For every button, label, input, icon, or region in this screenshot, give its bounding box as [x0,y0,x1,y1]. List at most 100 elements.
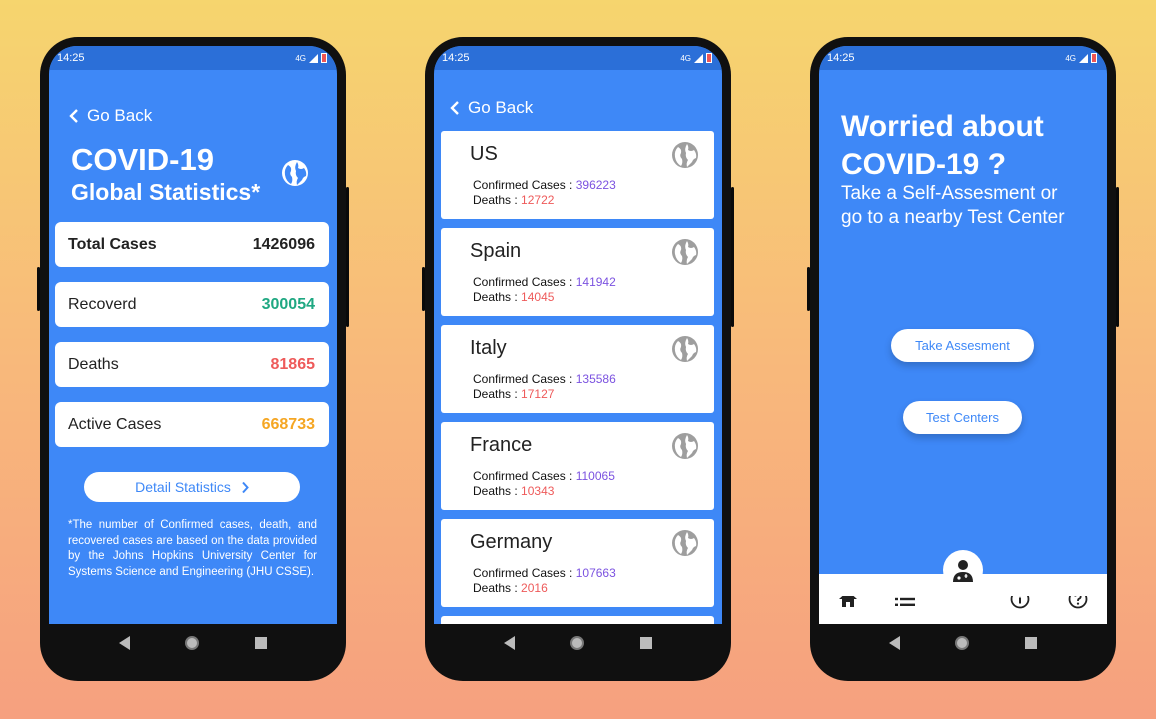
headline-line-2: COVID-19 ? [841,148,1007,181]
confirmed-value: 107663 [575,566,616,580]
page-title: COVID-19 [71,142,214,177]
confirmed-label: Confirmed Cases : [473,275,573,289]
deaths-value: 2016 [521,581,548,595]
country-card-partial[interactable] [441,616,714,624]
stat-label: Deaths [68,355,119,373]
stat-label: Total Cases [68,235,157,253]
signal-icon [309,53,318,63]
phone-self-assessment: 14:25 4G Worried about COVID-19 ? Take a… [807,37,1119,681]
confirmed-label: Confirmed Cases : [473,372,573,386]
deaths-label: Deaths : [473,193,518,207]
subheadline-line-1: Take a Self-Assesment or [841,183,1058,204]
stat-value: 81865 [270,355,316,373]
country-name: Spain [470,240,522,262]
deaths-label: Deaths : [473,290,518,304]
nav-back-icon[interactable] [888,636,900,650]
globe-icon [672,142,698,168]
chevron-left-icon [450,101,459,115]
status-bar: 14:25 4G [434,46,722,70]
network-label: 4G [1065,53,1076,63]
confirmed-value: 135586 [575,372,616,386]
country-card-italy[interactable]: Italy Confirmed Cases : 135586 Deaths : … [441,325,714,413]
globe-icon[interactable] [281,159,309,187]
status-bar: 14:25 4G [49,46,337,70]
country-card-france[interactable]: France Confirmed Cases : 110065 Deaths :… [441,422,714,510]
nav-home-icon[interactable] [185,636,200,650]
system-nav-bar [49,624,337,662]
deaths-value: 12722 [521,193,555,207]
battery-icon [321,53,327,63]
stat-value: 668733 [261,415,315,433]
nav-back-icon[interactable] [118,636,130,650]
chevron-left-icon [69,109,78,123]
country-name: Germany [470,531,553,553]
status-time: 14:25 [442,52,470,64]
country-name: Italy [470,337,507,359]
stat-value: 300054 [261,295,315,313]
nav-home-icon[interactable] [955,636,970,650]
nav-back-icon[interactable] [503,636,515,650]
network-label: 4G [295,53,306,63]
globe-icon [672,530,698,556]
stat-card-total: Total Cases 1426096 [55,222,329,267]
country-card-spain[interactable]: Spain Confirmed Cases : 141942 Deaths : … [441,228,714,316]
stat-label: Recoverd [68,295,137,313]
country-name: US [470,143,498,165]
battery-icon [706,53,712,63]
system-nav-bar [434,624,722,662]
globe-icon [672,433,698,459]
screen: 14:25 4G Worried about COVID-19 ? Take a… [819,46,1107,624]
confirmed-label: Confirmed Cases : [473,566,573,580]
stat-card-recovered: Recoverd 300054 [55,282,329,327]
nav-recents-icon[interactable] [255,637,268,649]
network-label: 4G [680,53,691,63]
doctor-icon [953,560,973,582]
doctor-tab[interactable] [943,550,983,590]
country-card-germany[interactable]: Germany Confirmed Cases : 107663 Deaths … [441,519,714,607]
deaths-value: 17127 [521,387,555,401]
status-time: 14:25 [57,52,85,64]
confirmed-label: Confirmed Cases : [473,178,573,192]
phone-country-list: 14:25 4G Go Back US Confirmed Cases : 39… [422,37,734,681]
confirmed-value: 141942 [575,275,616,289]
data-source-footnote: *The number of Confirmed cases, death, a… [68,519,317,578]
stat-card-deaths: Deaths 81865 [55,342,329,387]
globe-icon [672,336,698,362]
page-subtitle: Global Statistics* [71,179,261,205]
go-back-button[interactable]: Go Back [69,106,152,126]
nav-recents-icon[interactable] [1025,637,1038,649]
globe-icon [672,239,698,265]
detail-statistics-label: Detail Statistics [135,479,231,495]
deaths-label: Deaths : [473,387,518,401]
headline-line-1: Worried about [841,110,1044,143]
stat-value: 1426096 [252,235,315,253]
deaths-value: 10343 [521,484,555,498]
confirmed-value: 396223 [575,178,616,192]
headline: Worried about COVID-19 ? [841,108,1044,184]
nav-home-icon[interactable] [570,636,585,650]
country-name: France [470,434,533,456]
signal-icon [1079,53,1088,63]
phone-global-stats: 14:25 4G Go Back COVID-19 Global Statist… [37,37,349,681]
stat-label: Active Cases [68,415,162,433]
country-card-us[interactable]: US Confirmed Cases : 396223 Deaths : 127… [441,131,714,219]
go-back-button[interactable]: Go Back [450,98,533,118]
detail-statistics-button[interactable]: Detail Statistics [84,472,300,502]
deaths-label: Deaths : [473,581,518,595]
status-time: 14:25 [827,52,855,64]
screen: 14:25 4G Go Back US Confirmed Cases : 39… [434,46,722,624]
take-assessment-button[interactable]: Take Assesment [891,329,1034,362]
battery-icon [1091,53,1097,63]
deaths-label: Deaths : [473,484,518,498]
stat-card-active: Active Cases 668733 [55,402,329,447]
system-nav-bar [819,624,1107,662]
subheadline: Take a Self-Assesment or go to a nearby … [841,182,1065,230]
status-bar: 14:25 4G [819,46,1107,70]
chevron-right-icon [242,481,249,493]
subheadline-line-2: go to a nearby Test Center [841,207,1065,228]
confirmed-value: 110065 [575,469,615,483]
go-back-label: Go Back [468,98,534,117]
screen: 14:25 4G Go Back COVID-19 Global Statist… [49,46,337,624]
test-centers-button[interactable]: Test Centers [903,401,1022,434]
nav-recents-icon[interactable] [640,637,653,649]
